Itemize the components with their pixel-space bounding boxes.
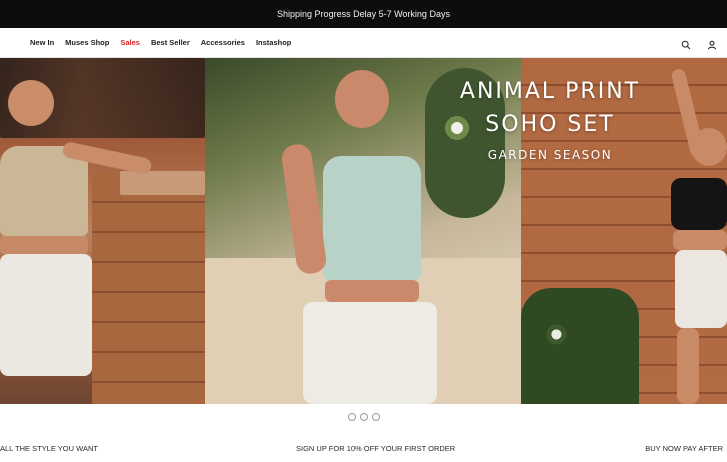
nav-item-best-seller[interactable]: Best Seller xyxy=(151,38,190,47)
nav-item-muses-shop[interactable]: Muses Shop xyxy=(65,38,109,47)
main-nav: New In Muses Shop Sales Best Seller Acce… xyxy=(0,28,727,58)
carousel-dots xyxy=(348,413,380,421)
account-icon[interactable] xyxy=(707,37,717,50)
wall-cap xyxy=(120,171,205,195)
announcement-text: Shipping Progress Delay 5-7 Working Days xyxy=(277,9,450,19)
nav-item-instashop[interactable]: Instashop xyxy=(256,38,291,47)
model-center-head xyxy=(335,70,389,128)
search-icon[interactable] xyxy=(681,37,691,50)
model-center-pants xyxy=(303,302,437,404)
nav-menu: New In Muses Shop Sales Best Seller Acce… xyxy=(0,38,302,47)
carousel-dot-1[interactable] xyxy=(348,413,356,421)
stone-wall xyxy=(92,173,205,404)
white-flower-bush xyxy=(521,288,639,404)
model-left-shorts xyxy=(0,254,92,376)
promo-right[interactable]: BUY NOW PAY AFTER xyxy=(645,444,723,453)
nav-item-accessories[interactable]: Accessories xyxy=(201,38,245,47)
model-center-waist xyxy=(325,280,419,302)
model-left-waist xyxy=(0,236,88,254)
model-center-top xyxy=(323,156,421,280)
model-right-shorts xyxy=(675,250,727,328)
model-left-head xyxy=(8,80,54,126)
headline-line-2: SOHO SET xyxy=(485,112,615,137)
hero-image-left xyxy=(0,58,205,404)
hero-headline[interactable]: ANIMAL PRINT SOHO SET GARDEN SEASON xyxy=(435,78,665,162)
carousel-dot-2[interactable] xyxy=(360,413,368,421)
model-right-leg xyxy=(677,328,699,404)
hero-subheadline: GARDEN SEASON xyxy=(487,148,613,162)
nav-item-sales[interactable]: Sales xyxy=(120,38,140,47)
nav-item-new-in[interactable]: New In xyxy=(30,38,54,47)
model-right-waist xyxy=(673,230,727,250)
promo-left[interactable]: ALL THE STYLE YOU WANT xyxy=(0,444,98,453)
nav-icons xyxy=(681,37,717,50)
model-right-top xyxy=(671,178,727,230)
promo-strip: ALL THE STYLE YOU WANT SIGN UP FOR 10% O… xyxy=(0,440,727,460)
announcement-bar: Shipping Progress Delay 5-7 Working Days xyxy=(0,0,727,28)
headline-line-1: ANIMAL PRINT xyxy=(459,79,641,104)
promo-middle[interactable]: SIGN UP FOR 10% OFF YOUR FIRST ORDER xyxy=(296,444,455,453)
model-center-arm xyxy=(280,142,328,276)
carousel-dot-3[interactable] xyxy=(372,413,380,421)
